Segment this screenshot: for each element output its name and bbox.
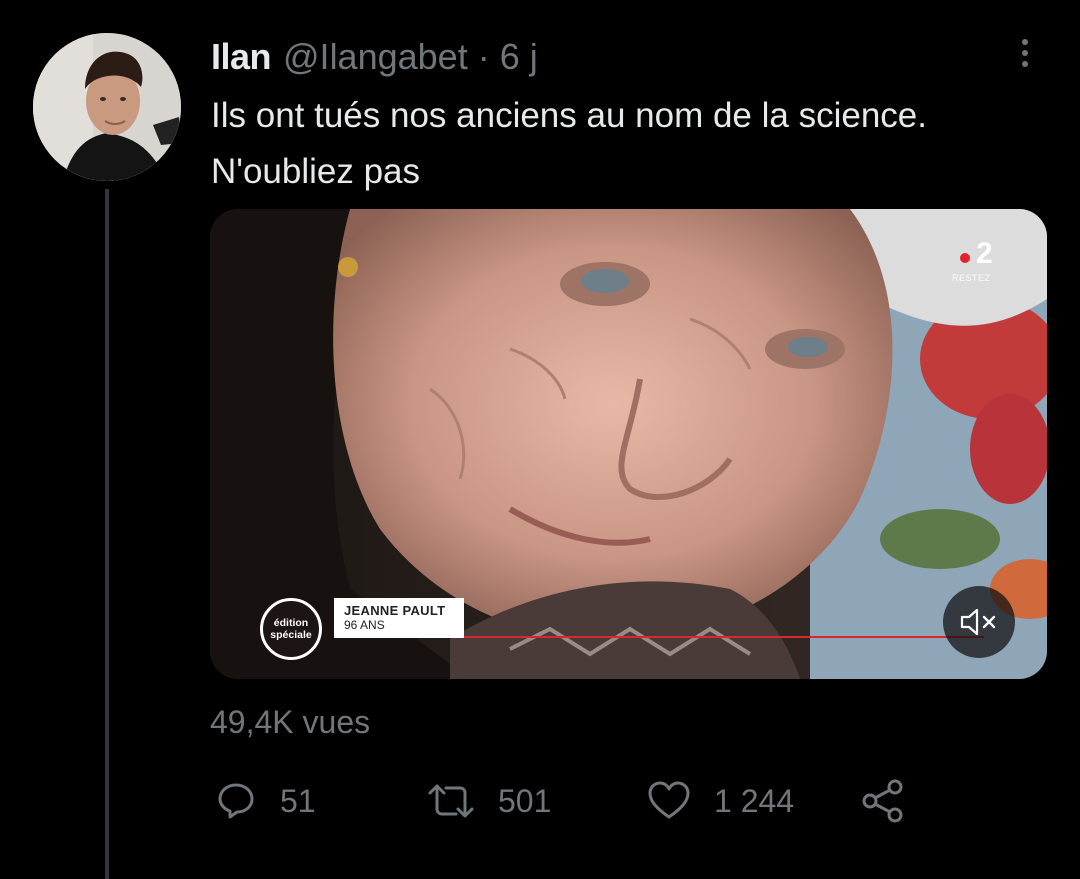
action-bar: 51 501 1 244 [210,776,930,826]
user-handle[interactable]: @Ilangabet [283,36,468,78]
name-caption: JEANNE PAULT 96 ANS [334,598,464,638]
more-options-icon[interactable] [1010,36,1040,72]
tweet-text-line: N'oubliez pas [211,152,421,191]
channel-number: 2 [976,237,993,270]
tweet-text-line: Ils ont tués nos anciens au nom de la sc… [211,96,927,135]
caption-name: JEANNE PAULT [344,603,446,618]
reply-count: 51 [280,782,316,819]
separator-dot: · [477,36,490,77]
thread-line [105,189,109,879]
edition-speciale-badge: édition spéciale [260,598,322,660]
reply-icon [218,783,254,819]
badge-line: édition [273,617,309,629]
share-icon [862,779,903,823]
view-count: 49,4K vues [210,704,371,740]
timestamp[interactable]: 6 j [500,36,538,78]
channel-tagline: RESTEZ [952,273,991,283]
retweet-button[interactable]: 501 [426,776,551,826]
retweet-icon [428,784,474,818]
tweet[interactable]: Ilan @Ilangabet · 6 j Ils ont tués nos a… [0,0,1080,879]
caption-age: 96 ANS [344,618,385,632]
badge-line: spéciale [270,629,312,641]
like-button[interactable]: 1 244 [646,776,794,826]
channel-logo: 2 RESTEZ [952,237,1004,283]
tweet-text: Ils ont tués nos anciens au nom de la sc… [211,88,1061,200]
display-name[interactable]: Ilan [211,36,272,78]
avatar-image [33,33,181,181]
mute-button[interactable] [943,586,1015,658]
like-count: 1 244 [714,782,795,819]
share-button[interactable] [860,776,906,826]
reply-button[interactable]: 51 [214,776,316,826]
channel-dot [960,253,970,263]
retweet-count: 501 [498,782,552,819]
video-player[interactable]: 2 RESTEZ édition spéciale JEANNE PAULT 9… [210,209,1047,679]
avatar[interactable] [33,33,181,181]
caption-divider [464,636,984,638]
tweet-header: Ilan @Ilangabet · 6 j [211,36,538,80]
speaker-muted-icon [960,608,996,636]
heart-icon [648,781,690,819]
